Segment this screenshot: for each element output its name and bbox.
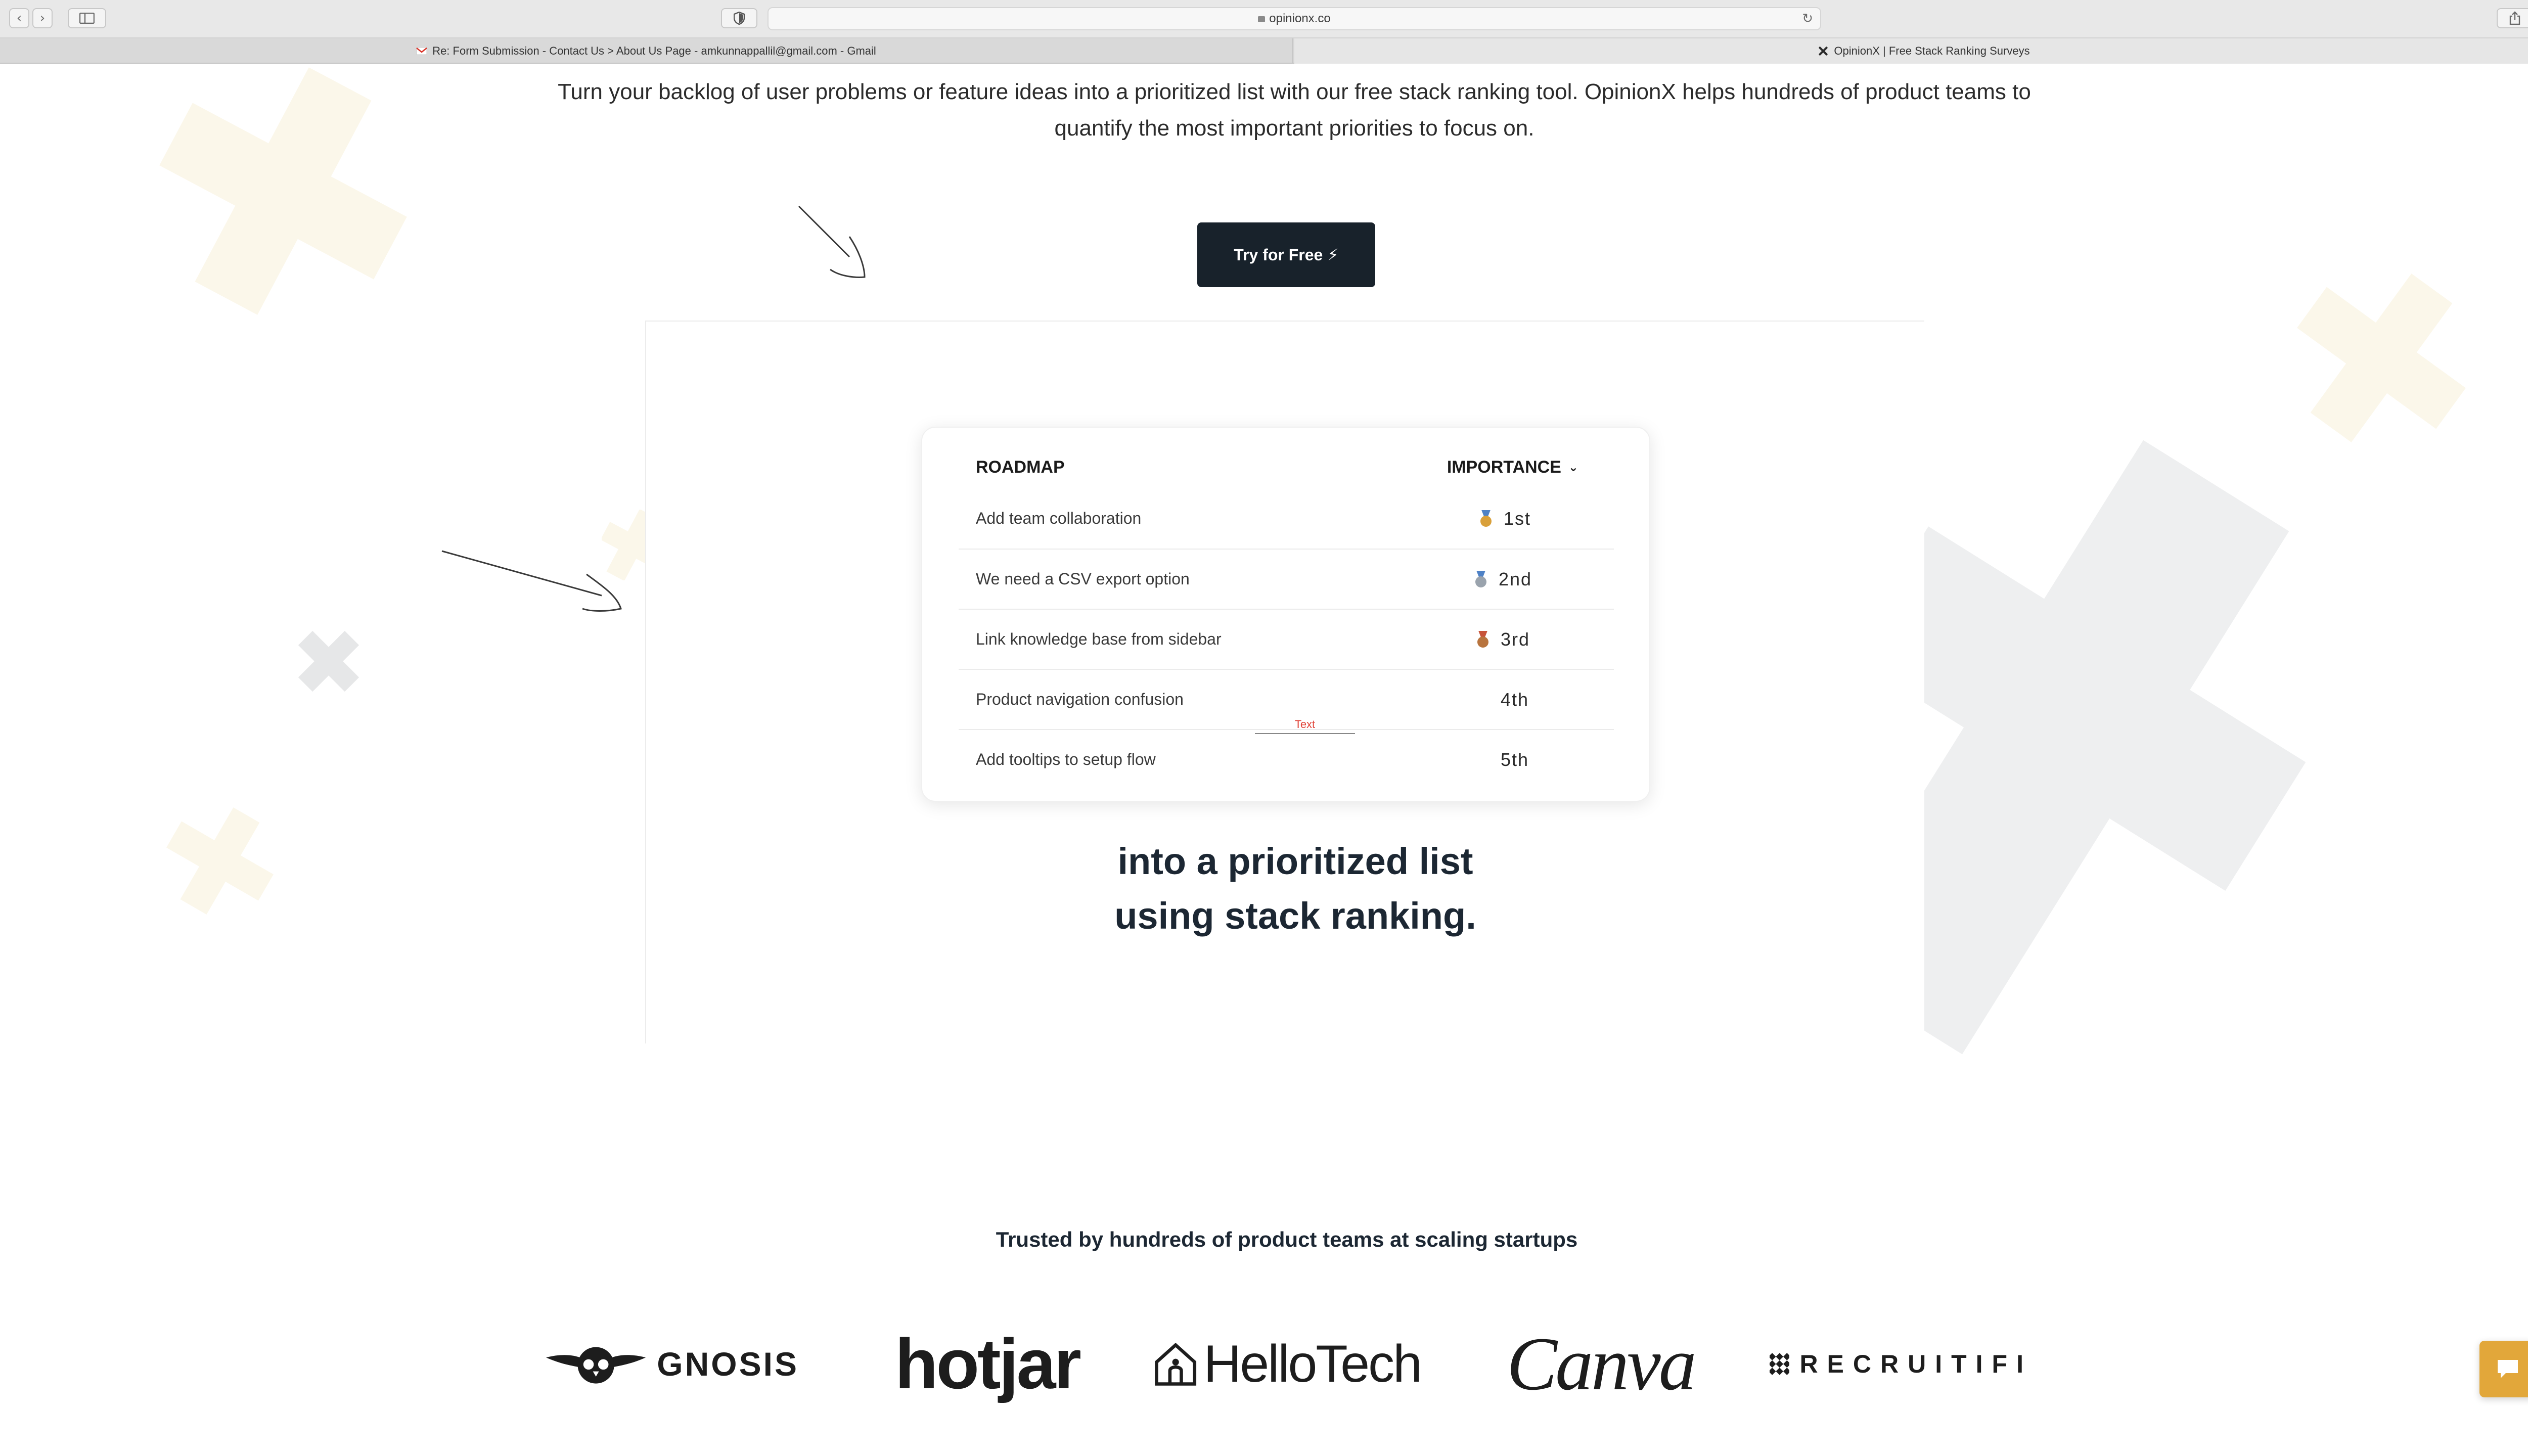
rank-value: 2nd: [1499, 568, 1532, 589]
headline-line-1: into a prioritized list: [1117, 840, 1473, 882]
decorative-cross-icon: [159, 67, 407, 315]
address-bar[interactable]: opinionx.co ↻: [768, 7, 1821, 30]
importance-sort-button[interactable]: IMPORTANCE ⌄: [1447, 458, 1578, 477]
privacy-report-button[interactable]: [721, 8, 757, 28]
headline-line-2: using stack ranking.: [1114, 895, 1476, 937]
try-for-free-button[interactable]: Try for Free ⚡: [1197, 222, 1375, 287]
tab-gmail[interactable]: Re: Form Submission - Contact Us > About…: [0, 38, 1293, 64]
tab-bar: Re: Form Submission - Contact Us > About…: [0, 38, 2528, 64]
tab-label: OpinionX | Free Stack Ranking Surveys: [1834, 44, 2030, 57]
canva-wordmark: Canva: [1507, 1322, 1697, 1406]
house-icon: [1155, 1342, 1197, 1386]
roadmap-item-label: Product navigation confusion: [976, 690, 1184, 708]
chevron-down-icon: ⌄: [1568, 460, 1578, 474]
decorative-cross-icon: [2297, 274, 2466, 442]
back-button[interactable]: ‹: [9, 8, 29, 28]
rank-value: 1st: [1504, 508, 1531, 529]
sidebar-icon: [79, 13, 95, 24]
gmail-icon: [416, 47, 427, 55]
rank-value: 3rd: [1501, 628, 1530, 650]
sidebar-toggle-button[interactable]: [68, 8, 106, 28]
canva-logo: Canva: [1507, 1313, 1697, 1415]
roadmap-item-label: Link knowledge base from sidebar: [976, 630, 1222, 648]
hellotech-logo: HelloTech: [1153, 1313, 1422, 1415]
table-row: Link knowledge base from sidebar 3rd: [959, 609, 1614, 669]
recruitifi-mark-icon: [1770, 1353, 1790, 1375]
lock-icon: [1258, 16, 1266, 22]
hotjar-wordmark: hotjar: [895, 1324, 1081, 1403]
browser-toolbar: ‹ › opinionx.co ↻: [0, 0, 2528, 38]
table-row: Add team collaboration 1st: [959, 488, 1614, 549]
hand-drawn-arrow-icon: [798, 205, 866, 278]
roadmap-item-label: We need a CSV export option: [976, 570, 1190, 588]
rank-value: 4th: [1501, 689, 1529, 710]
rank-cell: 2nd: [1474, 569, 1575, 590]
rank-cell: 1st: [1479, 508, 1581, 529]
hotjar-logo: hotjar: [895, 1313, 1081, 1415]
chevron-right-icon: ›: [39, 11, 46, 26]
reload-icon[interactable]: ↻: [1802, 11, 1813, 26]
chat-bubble-icon: [2498, 1360, 2518, 1378]
decorative-cross-icon: [298, 630, 359, 692]
roadmap-card: ROADMAP IMPORTANCE ⌄ Add team collaborat…: [921, 427, 1650, 802]
recruitifi-wordmark: RECRUITIFI: [1799, 1350, 2033, 1378]
recruitifi-logo: RECRUITIFI: [1770, 1313, 2033, 1415]
share-button[interactable]: [2497, 8, 2528, 28]
roadmap-column-header: ROADMAP: [976, 457, 1065, 477]
gnosis-logo: GNOSIS: [546, 1313, 799, 1415]
silver-medal-icon: [1474, 570, 1487, 588]
section-headline: into a prioritized list using stack rank…: [1011, 834, 1579, 943]
hero-intro-text: Turn your backlog of user problems or fe…: [558, 79, 2031, 141]
forward-button[interactable]: ›: [32, 8, 53, 28]
hellotech-wordmark: HelloTech: [1203, 1334, 1422, 1393]
chat-widget-button[interactable]: [2479, 1341, 2528, 1397]
table-row: Add tooltips to setup flow 5th: [959, 729, 1614, 789]
shield-icon: [734, 12, 745, 25]
tab-opinionx[interactable]: OpinionX | Free Stack Ranking Surveys: [1294, 38, 2528, 64]
gnosis-owl-icon: [546, 1347, 646, 1384]
gnosis-wordmark: GNOSIS: [657, 1345, 799, 1383]
roadmap-rows: Add team collaboration 1st We need a CSV…: [959, 488, 1614, 789]
bronze-medal-icon: [1476, 630, 1489, 648]
table-row: We need a CSV export option 2nd: [959, 549, 1614, 609]
roadmap-item-label: Add tooltips to setup flow: [976, 750, 1156, 768]
roadmap-header: ROADMAP IMPORTANCE ⌄: [976, 452, 1596, 482]
chevron-left-icon: ‹: [16, 11, 22, 26]
tab-label: Re: Form Submission - Contact Us > About…: [432, 44, 876, 57]
url-text: opinionx.co: [1269, 12, 1331, 25]
gold-medal-icon: [1479, 510, 1493, 527]
roadmap-item-label: Add team collaboration: [976, 509, 1142, 527]
page-content: Turn your backlog of user problems or fe…: [0, 65, 2528, 1456]
trusted-by-title: Trusted by hundreds of product teams at …: [996, 1227, 1578, 1251]
opinionx-favicon-icon: [1819, 47, 1828, 56]
decorative-cross-icon: [166, 807, 274, 915]
share-icon: [2509, 11, 2520, 25]
text-marker-label: Text: [1255, 718, 1355, 734]
hand-drawn-arrow-icon: [441, 550, 622, 612]
rank-cell: 3rd: [1476, 629, 1577, 650]
importance-column-header: IMPORTANCE: [1447, 457, 1561, 477]
rank-value: 5th: [1501, 749, 1529, 770]
